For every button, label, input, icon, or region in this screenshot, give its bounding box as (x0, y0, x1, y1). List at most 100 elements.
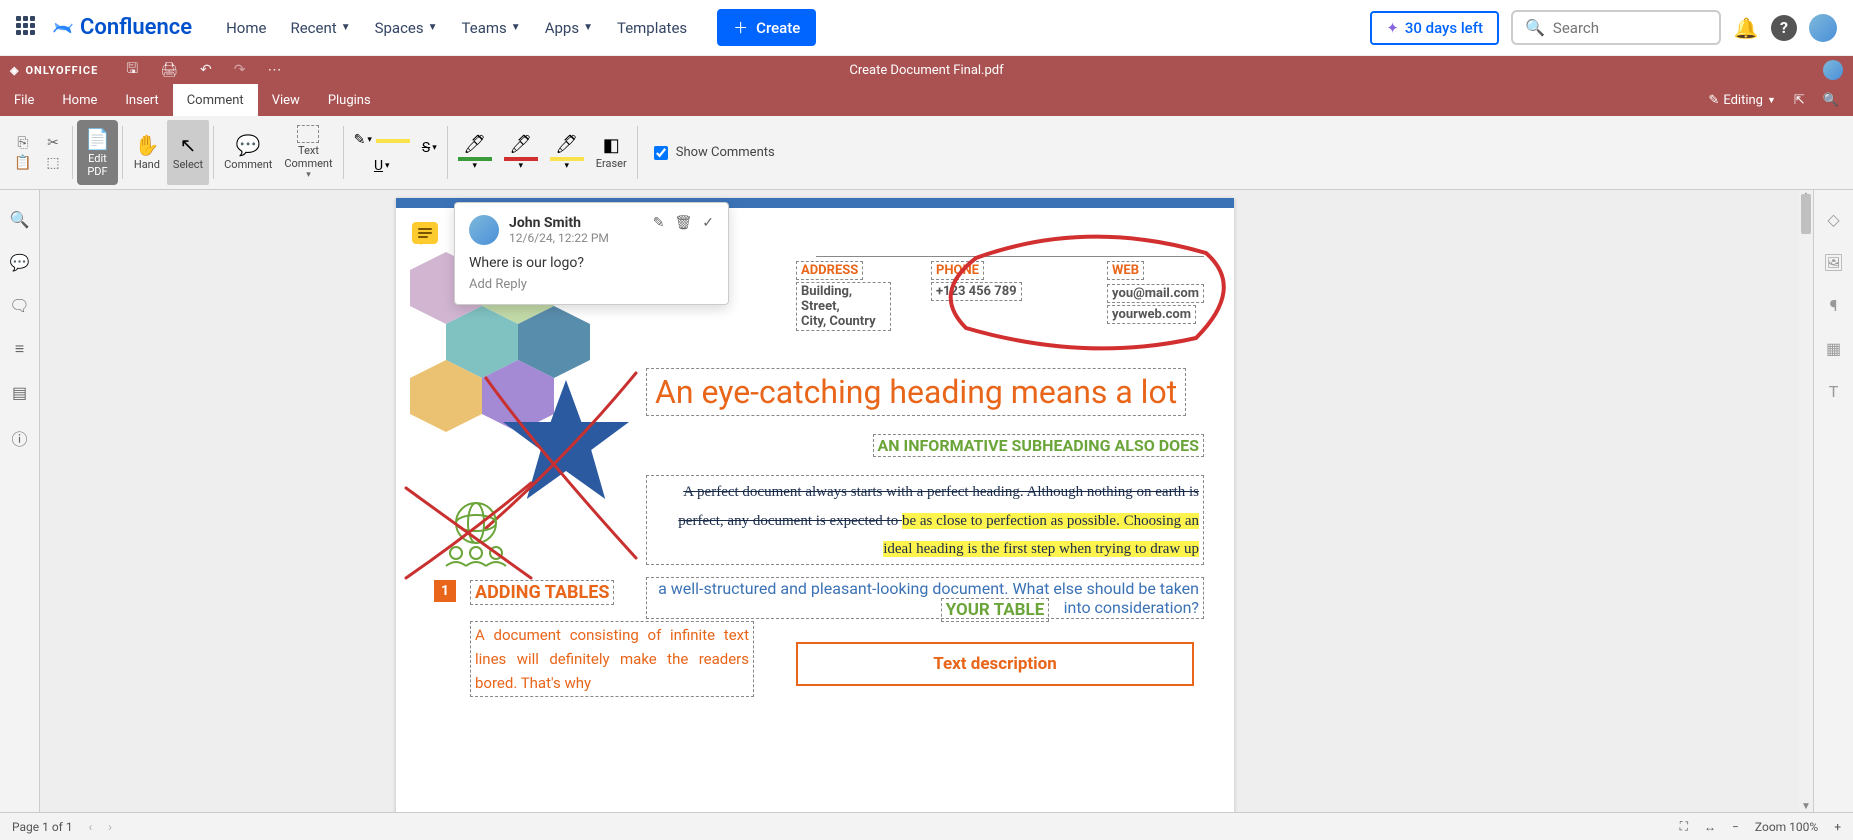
resolve-comment-icon[interactable]: ✓ (702, 215, 714, 231)
redo-icon[interactable]: ↷ (234, 62, 246, 78)
app-switcher-icon[interactable] (16, 16, 40, 40)
strikethrough-tool-icon[interactable]: S (422, 140, 430, 156)
underline-tool-icon[interactable]: U (374, 158, 383, 174)
text-comment-button[interactable]: Text Comment▾ (278, 120, 338, 185)
more-icon[interactable]: ⋯ (267, 62, 281, 78)
trial-button[interactable]: ✦30 days left (1370, 11, 1499, 45)
doc-main-heading: An eye-catching heading means a lot (655, 373, 1177, 411)
image-settings-icon[interactable]: 🖼 (1823, 253, 1843, 272)
section-number-1: 1 (434, 580, 456, 602)
text-box-icon (297, 125, 319, 143)
hand-icon: ✋ (134, 133, 159, 157)
section-1-heading: ADDING TABLES (475, 582, 609, 603)
comment-marker-icon[interactable] (412, 222, 438, 244)
phone-heading: PHONE (936, 263, 979, 278)
select-button[interactable]: ↖ Select (167, 120, 209, 185)
shape-settings-icon[interactable]: ◇ (1827, 210, 1839, 229)
zoom-in-icon[interactable]: + (1834, 820, 1841, 834)
highlight-tool-icon[interactable]: ✎ (354, 132, 366, 148)
cut-icon[interactable]: ✂ (44, 134, 62, 152)
create-button[interactable]: ＋Create (717, 9, 816, 46)
find-panel-icon[interactable]: 🔍 (10, 210, 30, 229)
fit-page-icon[interactable]: ⛶ (1680, 819, 1688, 834)
menu-comment[interactable]: Comment (173, 84, 258, 116)
hand-button[interactable]: ✋ Hand (127, 120, 167, 185)
oo-user-avatar[interactable] (1823, 60, 1843, 80)
onlyoffice-menubar: File Home Insert Comment View Plugins ✎ … (0, 84, 1853, 116)
document-title: Create Document Final.pdf (849, 63, 1003, 78)
find-icon[interactable]: 🔍 (1823, 93, 1839, 108)
nav-recent[interactable]: Recent▼ (280, 11, 360, 45)
speech-bubble-icon: 💬 (236, 133, 261, 157)
pen-green[interactable]: 🖊▾ (452, 120, 498, 185)
zoom-out-icon[interactable]: − (1732, 820, 1739, 834)
add-reply-link[interactable]: Add Reply (469, 277, 714, 292)
chevron-down-icon: ▼ (583, 22, 593, 33)
chat-panel-icon[interactable]: 🗨 (9, 296, 29, 315)
confluence-topbar: Confluence Home Recent▼ Spaces▼ Teams▼ A… (0, 0, 1853, 56)
open-location-icon[interactable]: ⇱ (1794, 93, 1805, 108)
undo-icon[interactable]: ↶ (200, 62, 212, 78)
print-icon[interactable]: 🖨 (160, 62, 178, 78)
comment-text: Where is our logo? (469, 255, 714, 271)
show-comments-checkbox[interactable]: Show Comments (642, 120, 775, 185)
nav-spaces[interactable]: Spaces▼ (365, 11, 448, 45)
select-all-icon[interactable]: ⬚ (44, 154, 62, 172)
nav-home[interactable]: Home (216, 11, 276, 45)
headings-panel-icon[interactable]: ≡ (15, 339, 24, 359)
pages-panel-icon[interactable]: ▤ (12, 383, 27, 402)
fit-width-icon[interactable]: ↔ (1704, 820, 1716, 834)
comments-panel-icon[interactable]: 💬 (10, 253, 30, 272)
vertical-scrollbar[interactable]: ▲ ▼ (1799, 190, 1813, 812)
user-avatar[interactable] (1809, 14, 1837, 42)
pen-yellow[interactable]: 🖊▾ (544, 120, 590, 185)
nav-templates[interactable]: Templates (607, 11, 697, 45)
scroll-down-icon[interactable]: ▼ (1799, 801, 1813, 812)
delete-comment-icon[interactable]: 🗑 (674, 215, 692, 231)
nav-apps[interactable]: Apps▼ (535, 11, 603, 45)
menu-view[interactable]: View (258, 84, 314, 116)
notifications-icon[interactable]: 🔔 (1733, 15, 1759, 41)
pen-red[interactable]: 🖊▾ (498, 120, 544, 185)
eraser-button[interactable]: ◧Eraser (590, 120, 633, 185)
edit-pdf-button[interactable]: 📄 Edit PDF (77, 120, 118, 185)
copy-icon[interactable]: ⎘ (14, 134, 32, 152)
chevron-down-icon: ▼ (511, 22, 521, 33)
zoom-level: Zoom 100% (1755, 820, 1818, 834)
menu-home[interactable]: Home (48, 84, 111, 116)
doc-p1-highlight: be as close to perfection as possible. C… (883, 513, 1199, 558)
textart-settings-icon[interactable]: T (1829, 382, 1839, 401)
plus-icon: ＋ (733, 17, 748, 38)
edit-comment-icon[interactable]: ✎ (653, 215, 665, 231)
chevron-down-icon: ▼ (341, 22, 351, 33)
search-box[interactable]: 🔍 (1511, 10, 1721, 45)
table-settings-icon[interactable]: ▦ (1826, 339, 1841, 358)
comment-button[interactable]: 💬 Comment (218, 120, 278, 185)
help-icon[interactable]: ? (1771, 15, 1797, 41)
save-icon[interactable]: 🖫 (126, 58, 138, 82)
comment-author: John Smith (509, 215, 609, 231)
onlyoffice-brand: ◈ONLYOFFICE (10, 64, 98, 77)
pen-icon: 🖊 (463, 134, 486, 155)
web-url: yourweb.com (1112, 307, 1191, 322)
search-icon: 🔍 (1525, 18, 1545, 37)
info-panel-icon[interactable]: ⓘ (11, 426, 27, 450)
confluence-logo-text: Confluence (80, 15, 192, 40)
comment-popup: John Smith 12/6/24, 12:22 PM ✎ 🗑 ✓ Where… (454, 202, 729, 305)
menu-insert[interactable]: Insert (111, 84, 172, 116)
paste-icon[interactable]: 📋 (14, 154, 32, 172)
next-page-icon[interactable]: › (108, 820, 112, 834)
document-canvas[interactable]: ADDRESS Building, Street, City, Country … (40, 190, 1813, 812)
confluence-logo[interactable]: Confluence (52, 15, 192, 40)
menu-plugins[interactable]: Plugins (314, 84, 385, 116)
prev-page-icon[interactable]: ‹ (89, 820, 93, 834)
nav-teams[interactable]: Teams▼ (452, 11, 531, 45)
search-input[interactable] (1553, 19, 1707, 37)
highlight-color-swatch[interactable] (376, 139, 410, 143)
menu-file[interactable]: File (0, 84, 48, 116)
web-email: you@mail.com (1112, 286, 1199, 301)
scrollbar-thumb[interactable] (1801, 194, 1811, 234)
paragraph-settings-icon[interactable]: ¶ (1830, 296, 1838, 315)
editing-mode[interactable]: ✎ Editing ▼ (1708, 93, 1775, 108)
section-1-text: A document consisting of infinite text l… (475, 626, 749, 692)
